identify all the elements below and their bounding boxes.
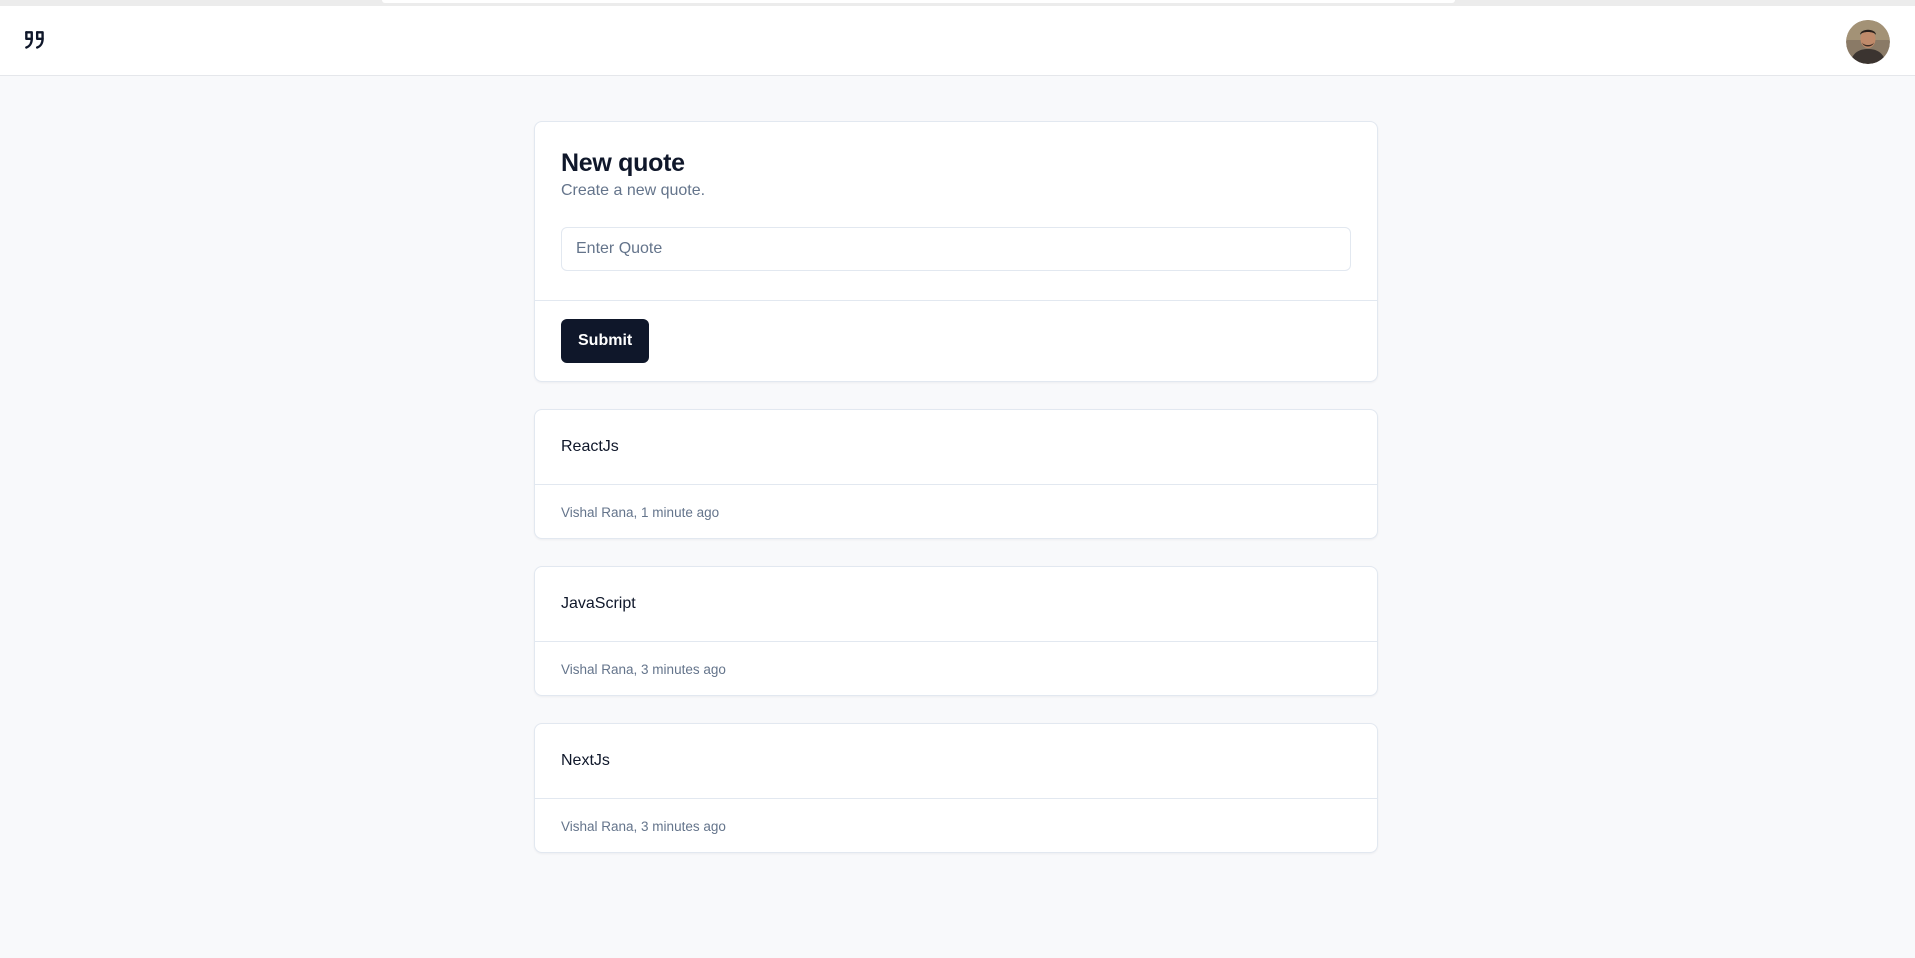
navbar: [0, 6, 1915, 76]
new-quote-description: Create a new quote.: [561, 182, 706, 199]
new-quote-card: New quote Create a new quote. Submit: [534, 121, 1378, 382]
quote-text: JavaScript: [535, 567, 1377, 642]
quote-card: NextJs Vishal Rana, 3 minutes ago: [534, 723, 1378, 853]
new-quote-card-footer: Submit: [535, 301, 1377, 363]
submit-button[interactable]: Submit: [561, 319, 650, 363]
new-quote-title: New quote: [561, 149, 685, 177]
home-logo-link[interactable]: [20, 28, 50, 58]
quote-icon: [22, 28, 48, 59]
quote-meta: Vishal Rana, 1 minute ago: [561, 504, 720, 520]
new-quote-card-body: New quote Create a new quote.: [535, 122, 1377, 301]
quote-card: JavaScript Vishal Rana, 3 minutes ago: [534, 566, 1378, 696]
main-content: New quote Create a new quote. Submit Rea…: [534, 121, 1378, 853]
quote-card: ReactJs Vishal Rana, 1 minute ago: [534, 409, 1378, 539]
quote-meta: Vishal Rana, 3 minutes ago: [561, 818, 726, 834]
user-avatar[interactable]: [1846, 20, 1890, 64]
quote-text: NextJs: [535, 724, 1377, 799]
quote-input[interactable]: [561, 227, 1351, 271]
quote-meta: Vishal Rana, 3 minutes ago: [561, 661, 726, 677]
quote-text: ReactJs: [535, 410, 1377, 485]
avatar-image: [1846, 20, 1890, 64]
browser-tab-edge: [382, 0, 1455, 3]
